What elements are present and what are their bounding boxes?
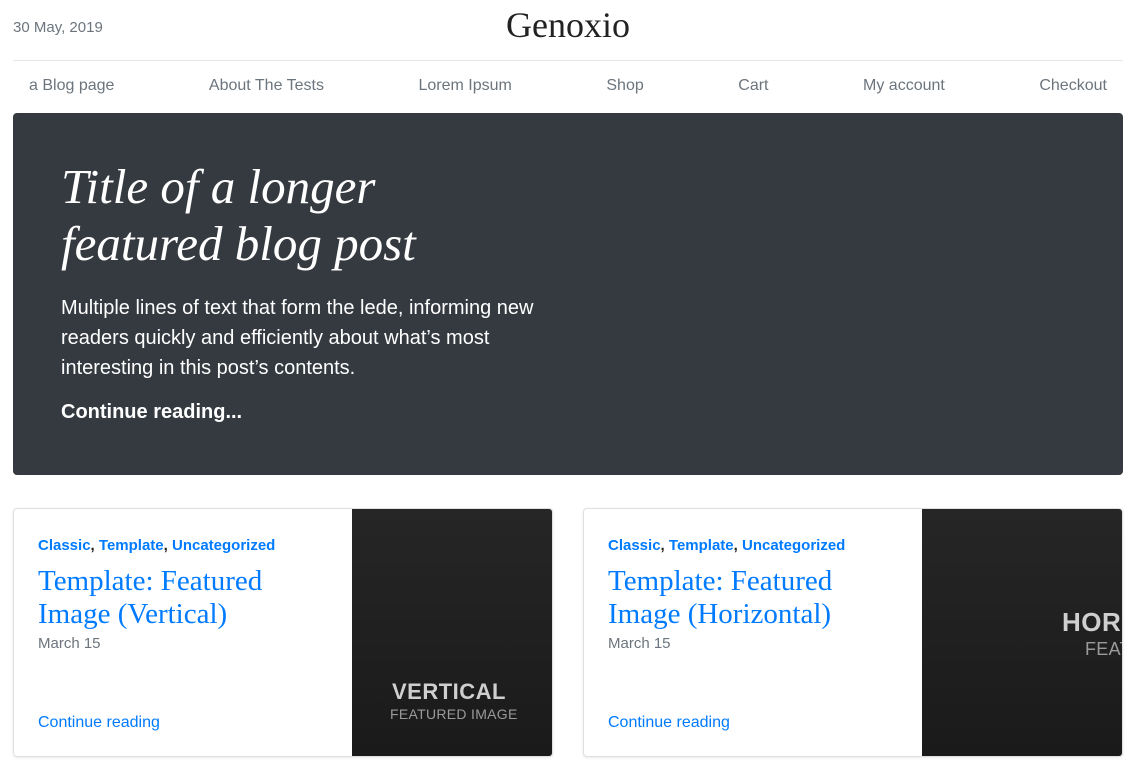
category-link-template[interactable]: Template [669,537,734,554]
featured-post-continue-link[interactable]: Continue reading... [61,401,242,424]
nav-item-lorem-ipsum[interactable]: Lorem Ipsum [418,77,511,95]
post-title: Template: Featured Image (Vertical) [38,565,338,631]
post-thumbnail[interactable]: VERTICAL FEATURED IMAGE [352,509,552,756]
featured-post-title: Title of a longer featured blog post [61,159,416,271]
continue-reading-link[interactable]: Continue reading [608,714,730,732]
nav-item-checkout[interactable]: Checkout [1039,77,1107,95]
featured-post-lede: Multiple lines of text that form the led… [61,297,534,379]
nav-item-shop[interactable]: Shop [606,77,643,95]
category-link-uncategorized[interactable]: Uncategorized [742,537,845,554]
main-nav: a Blog page About The Tests Lorem Ipsum … [13,61,1123,111]
category-link-uncategorized[interactable]: Uncategorized [172,537,275,554]
category-link-classic[interactable]: Classic [608,537,661,554]
post-title-link[interactable]: Template: Featured Image (Horizontal) [608,565,832,630]
category-link-template[interactable]: Template [99,537,164,554]
site-header: 30 May, 2019 Genoxio [13,0,1123,61]
post-date: March 15 [608,635,671,652]
post-categories: Classic, Template, Uncategorized [608,537,846,554]
post-title-link[interactable]: Template: Featured Image (Vertical) [38,565,262,630]
nav-item-cart[interactable]: Cart [738,77,768,95]
post-categories: Classic, Template, Uncategorized [38,537,276,554]
continue-reading-link[interactable]: Continue reading [38,714,160,732]
featured-post-jumbotron: Title of a longer featured blog post Mul… [13,113,1123,475]
thumbnail-text-main: VERTICAL [392,679,506,704]
thumbnail-text-main: HOR [1062,607,1122,637]
nav-item-my-account[interactable]: My account [863,77,945,95]
thumbnail-text-sub: FEAT [1085,639,1122,659]
nav-item-about-the-tests[interactable]: About The Tests [209,77,324,95]
thumbnail-text-sub: FEATURED IMAGE [390,706,518,722]
nav-item-blog-page[interactable]: a Blog page [29,77,114,95]
post-date: March 15 [38,635,101,652]
category-link-classic[interactable]: Classic [38,537,91,554]
post-card: Classic, Template, Uncategorized Templat… [583,508,1123,757]
site-title[interactable]: Genoxio [13,4,1123,46]
post-title: Template: Featured Image (Horizontal) [608,565,908,631]
post-thumbnail[interactable]: HOR FEAT [922,509,1122,756]
post-card: Classic, Template, Uncategorized Templat… [13,508,553,757]
